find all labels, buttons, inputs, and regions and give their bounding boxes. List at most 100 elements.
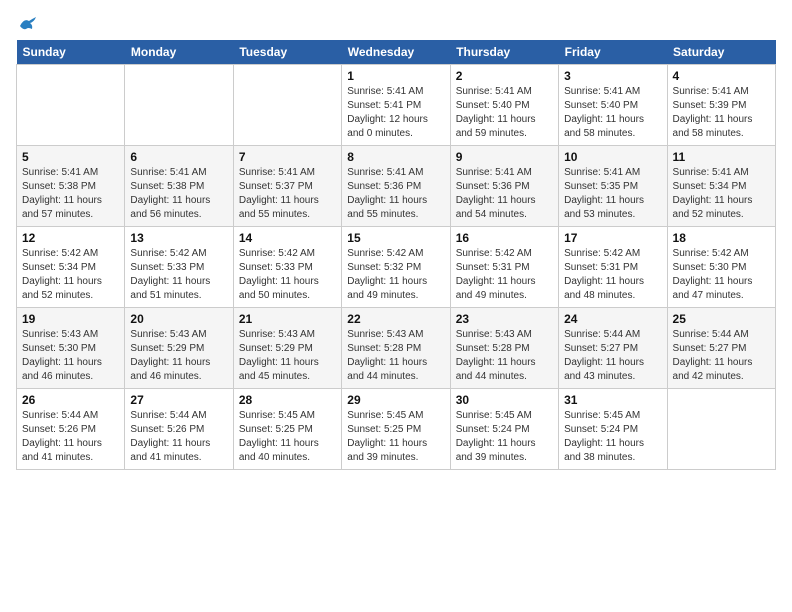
calendar-cell: 3 Sunrise: 5:41 AMSunset: 5:40 PMDaylight… xyxy=(559,65,667,146)
day-info: Sunrise: 5:44 AMSunset: 5:27 PMDaylight:… xyxy=(564,328,661,384)
day-number: 8 xyxy=(347,150,444,164)
day-info: Sunrise: 5:41 AMSunset: 5:40 PMDaylight:… xyxy=(456,85,553,141)
calendar-cell: 29 Sunrise: 5:45 AMSunset: 5:25 PMDayligh… xyxy=(342,389,450,470)
day-info: Sunrise: 5:45 AMSunset: 5:24 PMDaylight:… xyxy=(564,409,661,465)
day-number: 17 xyxy=(564,231,661,245)
calendar-cell: 2 Sunrise: 5:41 AMSunset: 5:40 PMDaylight… xyxy=(450,65,558,146)
day-info: Sunrise: 5:41 AMSunset: 5:40 PMDaylight:… xyxy=(564,85,661,141)
calendar-cell: 26 Sunrise: 5:44 AMSunset: 5:26 PMDayligh… xyxy=(17,389,125,470)
calendar-cell: 6 Sunrise: 5:41 AMSunset: 5:38 PMDaylight… xyxy=(125,146,233,227)
calendar-cell: 11 Sunrise: 5:41 AMSunset: 5:34 PMDayligh… xyxy=(667,146,775,227)
day-info: Sunrise: 5:41 AMSunset: 5:38 PMDaylight:… xyxy=(22,166,119,222)
day-info: Sunrise: 5:43 AMSunset: 5:29 PMDaylight:… xyxy=(239,328,336,384)
day-info: Sunrise: 5:44 AMSunset: 5:27 PMDaylight:… xyxy=(673,328,770,384)
day-number: 20 xyxy=(130,312,227,326)
calendar-cell: 9 Sunrise: 5:41 AMSunset: 5:36 PMDaylight… xyxy=(450,146,558,227)
day-info: Sunrise: 5:43 AMSunset: 5:29 PMDaylight:… xyxy=(130,328,227,384)
day-info: Sunrise: 5:45 AMSunset: 5:25 PMDaylight:… xyxy=(347,409,444,465)
day-number: 22 xyxy=(347,312,444,326)
day-info: Sunrise: 5:42 AMSunset: 5:33 PMDaylight:… xyxy=(239,247,336,303)
day-number: 6 xyxy=(130,150,227,164)
calendar: SundayMondayTuesdayWednesdayThursdayFrid… xyxy=(16,40,776,470)
calendar-cell: 23 Sunrise: 5:43 AMSunset: 5:28 PMDayligh… xyxy=(450,308,558,389)
calendar-header-friday: Friday xyxy=(559,40,667,65)
calendar-cell: 21 Sunrise: 5:43 AMSunset: 5:29 PMDayligh… xyxy=(233,308,341,389)
day-info: Sunrise: 5:41 AMSunset: 5:34 PMDaylight:… xyxy=(673,166,770,222)
day-number: 19 xyxy=(22,312,119,326)
calendar-cell: 20 Sunrise: 5:43 AMSunset: 5:29 PMDayligh… xyxy=(125,308,233,389)
day-number: 4 xyxy=(673,69,770,83)
day-info: Sunrise: 5:43 AMSunset: 5:28 PMDaylight:… xyxy=(456,328,553,384)
day-info: Sunrise: 5:42 AMSunset: 5:30 PMDaylight:… xyxy=(673,247,770,303)
calendar-cell: 7 Sunrise: 5:41 AMSunset: 5:37 PMDaylight… xyxy=(233,146,341,227)
calendar-cell xyxy=(233,65,341,146)
day-number: 28 xyxy=(239,393,336,407)
day-number: 9 xyxy=(456,150,553,164)
day-info: Sunrise: 5:41 AMSunset: 5:37 PMDaylight:… xyxy=(239,166,336,222)
calendar-cell: 4Sunrise: 5:41 AMSunset: 5:39 PMDaylight… xyxy=(667,65,775,146)
day-info: Sunrise: 5:42 AMSunset: 5:31 PMDaylight:… xyxy=(456,247,553,303)
calendar-cell: 28 Sunrise: 5:45 AMSunset: 5:25 PMDayligh… xyxy=(233,389,341,470)
day-info: Sunrise: 5:45 AMSunset: 5:25 PMDaylight:… xyxy=(239,409,336,465)
calendar-cell: 31 Sunrise: 5:45 AMSunset: 5:24 PMDayligh… xyxy=(559,389,667,470)
day-number: 11 xyxy=(673,150,770,164)
calendar-week-row: 5 Sunrise: 5:41 AMSunset: 5:38 PMDaylight… xyxy=(17,146,776,227)
calendar-cell: 14 Sunrise: 5:42 AMSunset: 5:33 PMDayligh… xyxy=(233,227,341,308)
day-number: 29 xyxy=(347,393,444,407)
day-number: 25 xyxy=(673,312,770,326)
calendar-cell: 18 Sunrise: 5:42 AMSunset: 5:30 PMDayligh… xyxy=(667,227,775,308)
calendar-header-wednesday: Wednesday xyxy=(342,40,450,65)
calendar-week-row: 19Sunrise: 5:43 AMSunset: 5:30 PMDayligh… xyxy=(17,308,776,389)
calendar-cell: 30 Sunrise: 5:45 AMSunset: 5:24 PMDayligh… xyxy=(450,389,558,470)
calendar-header-row: SundayMondayTuesdayWednesdayThursdayFrid… xyxy=(17,40,776,65)
day-number: 7 xyxy=(239,150,336,164)
day-info: Sunrise: 5:43 AMSunset: 5:28 PMDaylight:… xyxy=(347,328,444,384)
day-number: 18 xyxy=(673,231,770,245)
calendar-cell: 1 Sunrise: 5:41 AMSunset: 5:41 PMDaylight… xyxy=(342,65,450,146)
day-number: 10 xyxy=(564,150,661,164)
day-number: 31 xyxy=(564,393,661,407)
calendar-cell: 10Sunrise: 5:41 AMSunset: 5:35 PMDayligh… xyxy=(559,146,667,227)
calendar-cell: 19Sunrise: 5:43 AMSunset: 5:30 PMDayligh… xyxy=(17,308,125,389)
day-number: 21 xyxy=(239,312,336,326)
day-number: 24 xyxy=(564,312,661,326)
calendar-cell: 12 Sunrise: 5:42 AMSunset: 5:34 PMDayligh… xyxy=(17,227,125,308)
day-number: 14 xyxy=(239,231,336,245)
calendar-cell: 17 Sunrise: 5:42 AMSunset: 5:31 PMDayligh… xyxy=(559,227,667,308)
day-info: Sunrise: 5:42 AMSunset: 5:32 PMDaylight:… xyxy=(347,247,444,303)
calendar-cell: 27 Sunrise: 5:44 AMSunset: 5:26 PMDayligh… xyxy=(125,389,233,470)
calendar-header-sunday: Sunday xyxy=(17,40,125,65)
day-info: Sunrise: 5:42 AMSunset: 5:31 PMDaylight:… xyxy=(564,247,661,303)
calendar-week-row: 12 Sunrise: 5:42 AMSunset: 5:34 PMDayligh… xyxy=(17,227,776,308)
day-info: Sunrise: 5:42 AMSunset: 5:34 PMDaylight:… xyxy=(22,247,119,303)
day-info: Sunrise: 5:41 AMSunset: 5:41 PMDaylight:… xyxy=(347,85,444,141)
day-number: 1 xyxy=(347,69,444,83)
calendar-header-thursday: Thursday xyxy=(450,40,558,65)
day-info: Sunrise: 5:41 AMSunset: 5:36 PMDaylight:… xyxy=(456,166,553,222)
day-number: 27 xyxy=(130,393,227,407)
day-info: Sunrise: 5:44 AMSunset: 5:26 PMDaylight:… xyxy=(22,409,119,465)
day-info: Sunrise: 5:45 AMSunset: 5:24 PMDaylight:… xyxy=(456,409,553,465)
day-info: Sunrise: 5:41 AMSunset: 5:38 PMDaylight:… xyxy=(130,166,227,222)
day-info: Sunrise: 5:44 AMSunset: 5:26 PMDaylight:… xyxy=(130,409,227,465)
calendar-header-tuesday: Tuesday xyxy=(233,40,341,65)
calendar-week-row: 1 Sunrise: 5:41 AMSunset: 5:41 PMDaylight… xyxy=(17,65,776,146)
calendar-cell: 24 Sunrise: 5:44 AMSunset: 5:27 PMDayligh… xyxy=(559,308,667,389)
day-number: 5 xyxy=(22,150,119,164)
logo-bird-icon xyxy=(18,16,40,34)
day-number: 30 xyxy=(456,393,553,407)
day-number: 23 xyxy=(456,312,553,326)
header xyxy=(16,16,776,30)
calendar-cell xyxy=(17,65,125,146)
day-number: 2 xyxy=(456,69,553,83)
day-number: 13 xyxy=(130,231,227,245)
day-info: Sunrise: 5:41 AMSunset: 5:36 PMDaylight:… xyxy=(347,166,444,222)
calendar-cell: 13Sunrise: 5:42 AMSunset: 5:33 PMDayligh… xyxy=(125,227,233,308)
day-number: 3 xyxy=(564,69,661,83)
calendar-cell xyxy=(667,389,775,470)
calendar-cell: 15 Sunrise: 5:42 AMSunset: 5:32 PMDayligh… xyxy=(342,227,450,308)
calendar-cell: 16Sunrise: 5:42 AMSunset: 5:31 PMDayligh… xyxy=(450,227,558,308)
day-number: 26 xyxy=(22,393,119,407)
day-number: 15 xyxy=(347,231,444,245)
day-number: 12 xyxy=(22,231,119,245)
